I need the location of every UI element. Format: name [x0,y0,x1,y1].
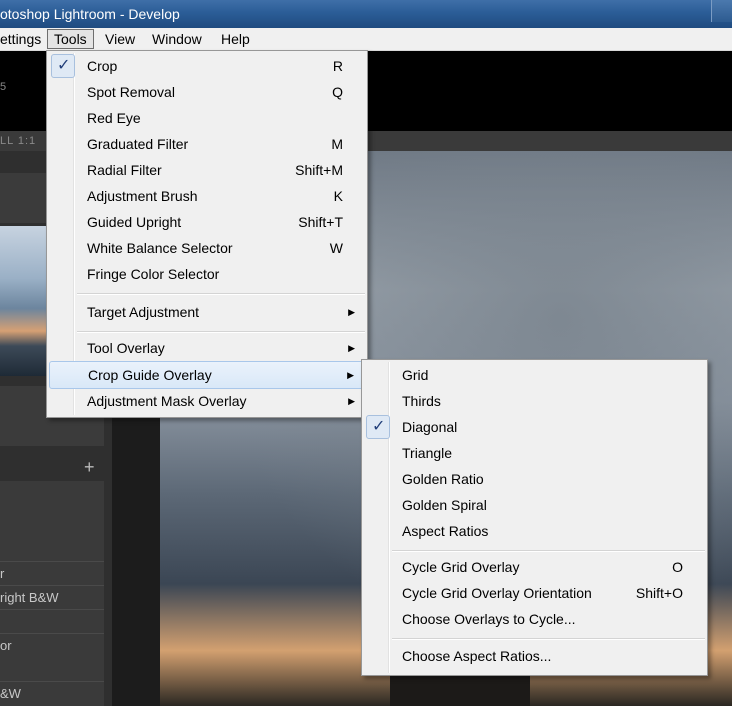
menu-item-tool-overlay[interactable]: Tool Overlay ▶ [49,335,365,361]
preset-item[interactable]: &W [0,681,104,706]
window-title: otoshop Lightroom - Develop [0,6,180,22]
window-control-button[interactable] [711,0,732,22]
menu-item-label: Diagonal [402,419,458,435]
menu-item-shortcut: Shift+T [298,214,343,230]
menu-item-label: White Balance Selector [87,240,233,256]
menu-item-label: Fringe Color Selector [87,266,220,282]
menu-item-label: Crop [87,58,118,74]
menu-item-label: Choose Aspect Ratios... [402,648,552,664]
submenu-item-triangle[interactable]: Triangle [364,440,705,466]
submenu-item-cycle-grid-overlay-orientation[interactable]: Cycle Grid Overlay Orientation Shift+O [364,580,705,606]
pier-silhouette [390,671,530,706]
menu-item-label: Red Eye [87,110,141,126]
menu-item-label: Thirds [402,393,441,409]
preset-item[interactable]: or [0,633,104,658]
submenu-item-choose-overlays-to-cycle[interactable]: Choose Overlays to Cycle... [364,606,705,632]
menu-tools[interactable]: Tools [47,29,94,49]
menu-item-label: Golden Spiral [402,497,487,513]
submenu-item-grid[interactable]: Grid [364,362,705,388]
checkmark-icon: ✓ [57,57,71,74]
menu-item-shortcut: W [329,240,343,256]
menu-item-label: Adjustment Mask Overlay [87,393,247,409]
zoom-levels[interactable]: LL 1:1 [0,135,36,147]
preset-item[interactable] [0,609,104,634]
menu-item-label: Spot Removal [87,84,175,100]
menu-item-graduated-filter[interactable]: Graduated Filter M [49,131,365,157]
menu-item-guided-upright[interactable]: Guided Upright Shift+T [49,209,365,235]
submenu-arrow-icon: ▶ [348,396,355,406]
menu-item-label: Cycle Grid Overlay Orientation [402,585,592,601]
submenu-arrow-icon: ▶ [348,307,355,317]
menu-item-radial-filter[interactable]: Radial Filter Shift+M [49,157,365,183]
menu-help[interactable]: Help [221,28,250,50]
preset-item[interactable]: r [0,561,104,586]
menu-item-spot-removal[interactable]: Spot Removal Q [49,79,365,105]
submenu-item-diagonal[interactable]: ✓ Diagonal [364,414,705,440]
menu-item-label: Tool Overlay [87,340,165,356]
menu-item-shortcut: O [672,559,683,575]
checkmark-icon: ✓ [372,418,386,435]
submenu-item-golden-spiral[interactable]: Golden Spiral [364,492,705,518]
menu-separator [392,638,705,640]
menu-item-fringe-color-selector[interactable]: Fringe Color Selector [49,261,365,287]
menu-item-shortcut: Shift+M [295,162,343,178]
menu-item-adjustment-brush[interactable]: Adjustment Brush K [49,183,365,209]
menu-item-label: Triangle [402,445,453,461]
menu-item-red-eye[interactable]: Red Eye [49,105,365,131]
submenu-item-cycle-grid-overlay[interactable]: Cycle Grid Overlay O [364,554,705,580]
menu-item-crop[interactable]: ✓ Crop R [49,53,365,79]
tools-menu: ✓ Crop R Spot Removal Q Red Eye Graduate… [46,50,368,418]
submenu-item-thirds[interactable]: Thirds [364,388,705,414]
submenu-item-aspect-ratios[interactable]: Aspect Ratios [364,518,705,544]
crop-guide-overlay-submenu: Grid Thirds ✓ Diagonal Triangle Golden R… [361,359,708,676]
menu-item-label: Graduated Filter [87,136,189,152]
menu-item-shortcut: M [331,136,343,152]
menu-item-label: Grid [402,367,429,383]
menu-item-shortcut: R [332,58,343,74]
submenu-arrow-icon: ▶ [348,343,355,353]
menu-settings[interactable]: ettings [0,28,41,50]
menu-separator [392,550,705,552]
menu-item-label: Crop Guide Overlay [88,367,212,383]
menu-item-shortcut: Shift+O [635,585,683,601]
submenu-arrow-icon: ▶ [347,370,354,380]
submenu-item-golden-ratio[interactable]: Golden Ratio [364,466,705,492]
menu-item-white-balance-selector[interactable]: White Balance Selector W [49,235,365,261]
submenu-item-choose-aspect-ratios[interactable]: Choose Aspect Ratios... [364,643,705,669]
panel-hint: 5 [0,81,7,93]
menu-item-label: Choose Overlays to Cycle... [402,611,576,627]
menu-view[interactable]: View [105,28,135,50]
menu-item-crop-guide-overlay[interactable]: Crop Guide Overlay ▶ [49,361,365,389]
menu-separator [77,331,365,333]
title-bar: otoshop Lightroom - Develop [0,0,732,28]
menu-item-label: Golden Ratio [402,471,484,487]
menu-item-label: Aspect Ratios [402,523,489,539]
menu-item-label: Radial Filter [87,162,162,178]
presets-list: r right B&W or &W [0,481,104,706]
menu-separator [77,293,365,295]
menu-item-target-adjustment[interactable]: Target Adjustment ▶ [49,299,365,325]
menu-bar: ettings Tools View Window Help [0,28,732,51]
menu-item-shortcut: Q [332,84,343,100]
menu-item-label: Target Adjustment [87,304,200,320]
menu-item-label: Cycle Grid Overlay [402,559,520,575]
menu-item-label: Guided Upright [87,214,182,230]
navigator-thumbnail[interactable] [0,226,48,376]
menu-item-label: Adjustment Brush [87,188,198,204]
preset-item[interactable]: right B&W [0,585,104,610]
menu-item-adjustment-mask-overlay[interactable]: Adjustment Mask Overlay ▶ [49,388,365,414]
add-preset-icon[interactable]: + [84,457,95,478]
menu-item-shortcut: K [333,188,343,204]
menu-window[interactable]: Window [152,28,202,50]
